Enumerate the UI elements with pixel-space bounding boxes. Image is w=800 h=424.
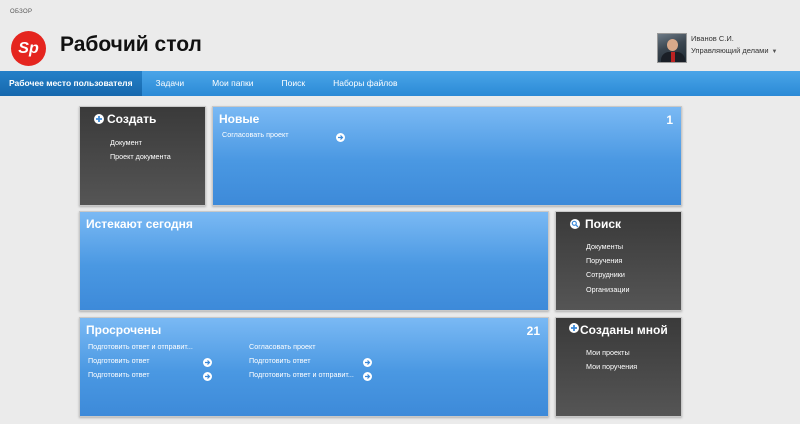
create-title: Создать <box>107 112 157 126</box>
expiring-title: Истекают сегодня <box>86 217 193 231</box>
create-document-link[interactable]: Документ <box>110 138 142 147</box>
search-employees-link[interactable]: Сотрудники <box>586 270 625 279</box>
search-panel: Поиск Документы Поручения Сотрудники Орг… <box>555 211 682 311</box>
user-role: Управляющий делами <box>691 46 769 55</box>
new-tasks-count: 1 <box>666 113 673 127</box>
overdue-task-link[interactable]: Подготовить ответ и отправит... <box>249 370 354 379</box>
page-title: Рабочий стол <box>60 33 202 56</box>
search-orders-link[interactable]: Поручения <box>586 256 622 265</box>
main-nav: Рабочее место пользователя Задачи Мои па… <box>0 71 800 96</box>
overdue-task-link[interactable]: Подготовить ответ <box>88 356 150 365</box>
overdue-task-link[interactable]: Подготовить ответ и отправит... <box>88 342 193 351</box>
overdue-task-link[interactable]: Согласовать проект <box>249 342 316 351</box>
tab-workplace[interactable]: Рабочее место пользователя <box>0 71 142 96</box>
overdue-count: 21 <box>526 324 540 338</box>
breadcrumb[interactable]: ОБЗОР <box>10 9 32 15</box>
plus-circle-icon <box>94 114 104 124</box>
arrow-right-circle-icon[interactable] <box>203 372 212 381</box>
search-documents-link[interactable]: Документы <box>586 242 623 251</box>
create-draft-link[interactable]: Проект документа <box>110 152 171 161</box>
overdue-title: Просрочены <box>86 323 162 337</box>
arrow-right-circle-icon[interactable] <box>336 133 345 142</box>
expiring-panel: Истекают сегодня <box>79 211 549 311</box>
user-menu[interactable]: Иванов С.И. Управляющий делами ▼ <box>657 33 777 63</box>
chevron-down-icon[interactable]: ▼ <box>772 49 778 55</box>
overdue-panel: Просрочены 21 Подготовить ответ и отправ… <box>79 317 549 417</box>
user-info[interactable]: Иванов С.И. Управляющий делами ▼ <box>691 33 777 63</box>
avatar <box>657 33 687 63</box>
arrow-right-circle-icon[interactable] <box>363 358 372 367</box>
created-by-me-title: Созданы мной <box>580 323 668 337</box>
task-link[interactable]: Согласовать проект <box>222 130 289 139</box>
created-by-me-panel: Созданы мной Мои проекты Мои поручения <box>555 317 682 417</box>
search-title: Поиск <box>585 217 622 231</box>
arrow-right-circle-icon[interactable] <box>203 358 212 367</box>
search-organizations-link[interactable]: Организации <box>586 285 629 294</box>
overdue-task-link[interactable]: Подготовить ответ <box>88 370 150 379</box>
overdue-task-link[interactable]: Подготовить ответ <box>249 356 311 365</box>
app-logo: Sp <box>11 31 46 66</box>
create-panel: Создать Документ Проект документа <box>79 106 206 206</box>
magnifier-icon <box>570 219 580 229</box>
my-projects-link[interactable]: Мои проекты <box>586 348 630 357</box>
arrow-right-circle-icon[interactable] <box>363 372 372 381</box>
my-orders-link[interactable]: Мои поручения <box>586 362 637 371</box>
tab-my-folders[interactable]: Мои папки <box>198 71 267 96</box>
plus-circle-icon <box>569 323 579 333</box>
tab-file-sets[interactable]: Наборы файлов <box>319 71 411 96</box>
new-tasks-title: Новые <box>219 112 260 126</box>
tab-search[interactable]: Поиск <box>268 71 320 96</box>
user-name: Иванов С.И. <box>691 34 734 43</box>
tab-tasks[interactable]: Задачи <box>142 71 199 96</box>
new-tasks-panel: Новые 1 Согласовать проект <box>212 106 682 206</box>
